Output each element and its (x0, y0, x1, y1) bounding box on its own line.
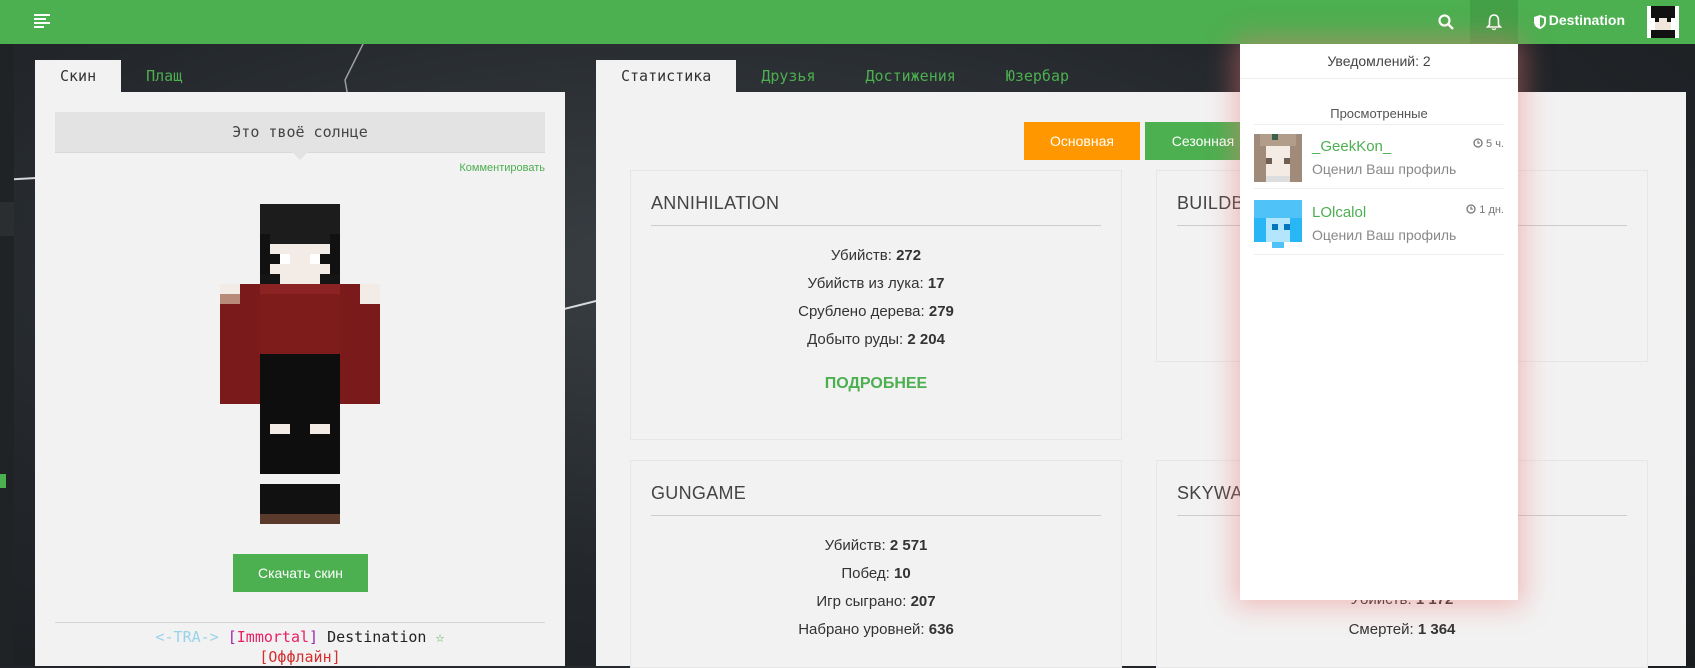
card-divider (651, 225, 1101, 226)
notification-item[interactable]: _GeekKon_ Оценил Ваш профиль 5 ч. (1254, 126, 1504, 189)
clan-tag: <-TRA-> (155, 628, 219, 646)
skin-speech-bubble: Это твоё солнце (55, 112, 545, 160)
stat-card-gungame: GUNGAME Убийств: 2 571 Побед: 10 Игр сыг… (630, 460, 1122, 668)
player-name: Destination (327, 628, 427, 646)
stat-label: Игр сыграно: (816, 593, 907, 610)
avatar[interactable] (1647, 6, 1679, 38)
tab-friends[interactable]: Друзья (736, 60, 840, 92)
stat-label: Набрано уровней: (798, 621, 925, 638)
notification-time: 1 дн. (1466, 204, 1504, 216)
stat-label: Смертей: (1348, 621, 1414, 638)
notifications-section-label: Просмотренные (1330, 106, 1428, 121)
stat-row: Набрано уровней: 636 (631, 621, 1121, 638)
stat-value: 279 (928, 303, 954, 320)
stat-value: 1 364 (1417, 621, 1456, 638)
sidebar-strip (0, 44, 14, 666)
stat-label: Срублено дерева: (798, 303, 925, 320)
notification-text: Оценил Ваш профиль (1312, 227, 1457, 243)
top-navbar: Destination (0, 0, 1695, 44)
skin-tabs: Скин Плащ (35, 60, 207, 92)
tab-statistics[interactable]: Статистика (596, 60, 737, 92)
statistics-panel: Основная Сезонная ANNIHILATION Убийств: … (596, 92, 1686, 668)
stat-value: 272 (896, 247, 922, 264)
stat-card-annihilation: ANNIHILATION Убийств: 272 Убийств из лук… (630, 170, 1122, 440)
download-skin-button[interactable]: Скачать скин (233, 554, 368, 592)
avatar (1254, 134, 1302, 182)
rank-bracket-close: ] (309, 628, 319, 646)
notification-text: Оценил Ваш профиль (1312, 161, 1457, 177)
notification-user[interactable]: LOlcalol (1312, 204, 1366, 221)
stat-row: Добыто руды: 2 204 (631, 331, 1121, 348)
stat-label: Побед: (841, 565, 890, 582)
divider (55, 622, 545, 623)
stat-value: 636 (928, 621, 954, 638)
tab-cape[interactable]: Плащ (121, 60, 207, 92)
stat-value: 2 204 (907, 331, 945, 348)
tab-skin[interactable]: Скин (35, 60, 122, 92)
stat-value: 17 (927, 275, 945, 292)
notification-time: 5 ч. (1473, 138, 1504, 150)
stat-row: Убийств: 2 571 (631, 537, 1121, 554)
main-stats-button[interactable]: Основная (1024, 122, 1140, 160)
sidebar-segment[interactable] (0, 202, 14, 236)
stat-label: Добыто руды: (807, 331, 904, 348)
notification-time-text: 1 дн. (1479, 204, 1504, 216)
notification-user[interactable]: _GeekKon_ (1312, 138, 1391, 155)
more-details-link[interactable]: ПОДРОБНЕЕ (631, 375, 1121, 393)
profile-tabs: Статистика Друзья Достижения Юзербар (596, 60, 1094, 92)
search-icon[interactable] (1422, 0, 1470, 44)
notifications-dropdown: Уведомлений: 2 Просмотренные _GeekKon_ О… (1240, 44, 1518, 600)
skin-panel: Это твоё солнце Комментировать Скачать с… (35, 92, 565, 666)
notification-item[interactable]: LOlcalol Оценил Ваш профиль 1 дн. (1254, 192, 1504, 255)
stat-row: Игр сыграно: 207 (631, 593, 1121, 610)
card-title: GUNGAME (651, 483, 747, 503)
stat-row: Срублено дерева: 279 (631, 303, 1121, 320)
card-divider (651, 515, 1101, 516)
stat-row: Убийств из лука: 17 (631, 275, 1121, 292)
card-title: BUILDB (1177, 193, 1244, 213)
clock-icon (1466, 204, 1476, 214)
stat-row: Смертей: 1 364 (1157, 621, 1647, 638)
skin-preview (220, 204, 380, 524)
tab-userbar[interactable]: Юзербар (981, 60, 1094, 92)
rank-label: Immortal (236, 628, 310, 646)
stat-row: Убийств: 272 (631, 247, 1121, 264)
bell-icon[interactable] (1470, 0, 1518, 44)
clock-icon (1473, 138, 1483, 148)
username[interactable]: Destination (1549, 12, 1625, 28)
stat-row: Побед: 10 (631, 565, 1121, 582)
stat-label: Убийств: (830, 247, 892, 264)
stat-value: 207 (910, 593, 936, 610)
star-icon: ☆ (435, 628, 445, 646)
card-title: ANNIHILATION (651, 193, 780, 213)
stat-value: 2 571 (889, 537, 928, 554)
divider (1254, 124, 1504, 125)
menu-icon[interactable] (34, 12, 50, 28)
rank-bracket-open: [ (227, 628, 237, 646)
stat-value: 10 (893, 565, 911, 582)
comment-link[interactable]: Комментировать (459, 162, 545, 174)
notification-time-text: 5 ч. (1486, 138, 1504, 150)
notifications-count: Уведомлений: 2 (1240, 44, 1518, 79)
avatar (1254, 200, 1302, 248)
player-name-line: <-TRA-> [Immortal] Destination ☆ (35, 628, 565, 646)
player-status: [Оффлайн] (259, 648, 341, 666)
tab-achievements[interactable]: Достижения (841, 60, 981, 92)
sidebar-indicator[interactable] (0, 474, 6, 488)
stat-label: Убийств из лука: (807, 275, 924, 292)
card-title: SKYWA (1177, 483, 1243, 503)
stat-label: Убийств: (824, 537, 886, 554)
